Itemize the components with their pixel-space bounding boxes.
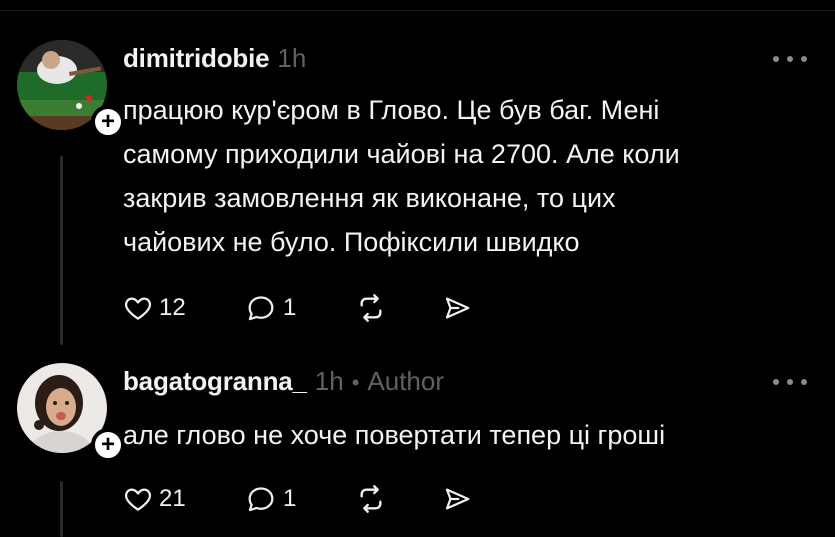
like-count: 12 [159, 294, 186, 321]
thread-line [60, 156, 63, 345]
reply-button[interactable]: 1 [245, 293, 355, 323]
repost-icon [355, 292, 387, 324]
action-bar: 21 1 [123, 483, 473, 515]
more-icon [773, 379, 779, 385]
heart-icon [123, 293, 153, 323]
more-options-button[interactable] [773, 377, 807, 387]
like-button[interactable]: 12 [123, 293, 245, 323]
top-divider [0, 10, 835, 11]
post-header: bagatogranna_ 1h • Author [123, 366, 444, 397]
post-header: dimitridobie 1h [123, 43, 306, 74]
send-icon [441, 484, 473, 514]
timestamp: 1h [314, 366, 344, 396]
like-count: 21 [159, 485, 186, 512]
like-button[interactable]: 21 [123, 484, 245, 514]
share-button[interactable] [441, 484, 473, 514]
follow-plus-button[interactable]: + [91, 428, 125, 462]
more-icon [773, 56, 779, 62]
repost-button[interactable] [355, 292, 441, 324]
post-text: працюю кур'єром в Глово. Це був баг. Мен… [123, 95, 680, 257]
comment-post: + dimitridobie 1h працюю кур'єром в Глов… [0, 40, 835, 345]
send-icon [441, 293, 473, 323]
avatar-container[interactable]: + [17, 40, 125, 139]
heart-icon [123, 484, 153, 514]
action-bar: 12 1 [123, 292, 473, 324]
thread-line [60, 481, 63, 537]
comment-post: + bagatogranna_ 1h • Author але глово не… [0, 363, 835, 537]
reply-button[interactable]: 1 [245, 484, 355, 514]
avatar-container[interactable]: + [17, 363, 125, 462]
timestamp: 1h [277, 43, 307, 73]
separator-dot: • [351, 370, 360, 395]
more-icon [801, 379, 807, 385]
reply-count: 1 [283, 485, 297, 512]
username[interactable]: bagatogranna_ [123, 366, 307, 397]
more-options-button[interactable] [773, 54, 807, 64]
follow-plus-button[interactable]: + [91, 105, 125, 139]
repost-button[interactable] [355, 483, 441, 515]
username[interactable]: dimitridobie [123, 43, 270, 74]
more-icon [787, 379, 793, 385]
reply-count: 1 [283, 294, 297, 321]
repost-icon [355, 483, 387, 515]
comment-icon [245, 484, 277, 514]
more-icon [787, 56, 793, 62]
comment-icon [245, 293, 277, 323]
more-icon [801, 56, 807, 62]
author-tag: Author [367, 366, 445, 396]
post-text: але глово не хоче повертати тепер ці гро… [123, 420, 666, 450]
share-button[interactable] [441, 293, 473, 323]
